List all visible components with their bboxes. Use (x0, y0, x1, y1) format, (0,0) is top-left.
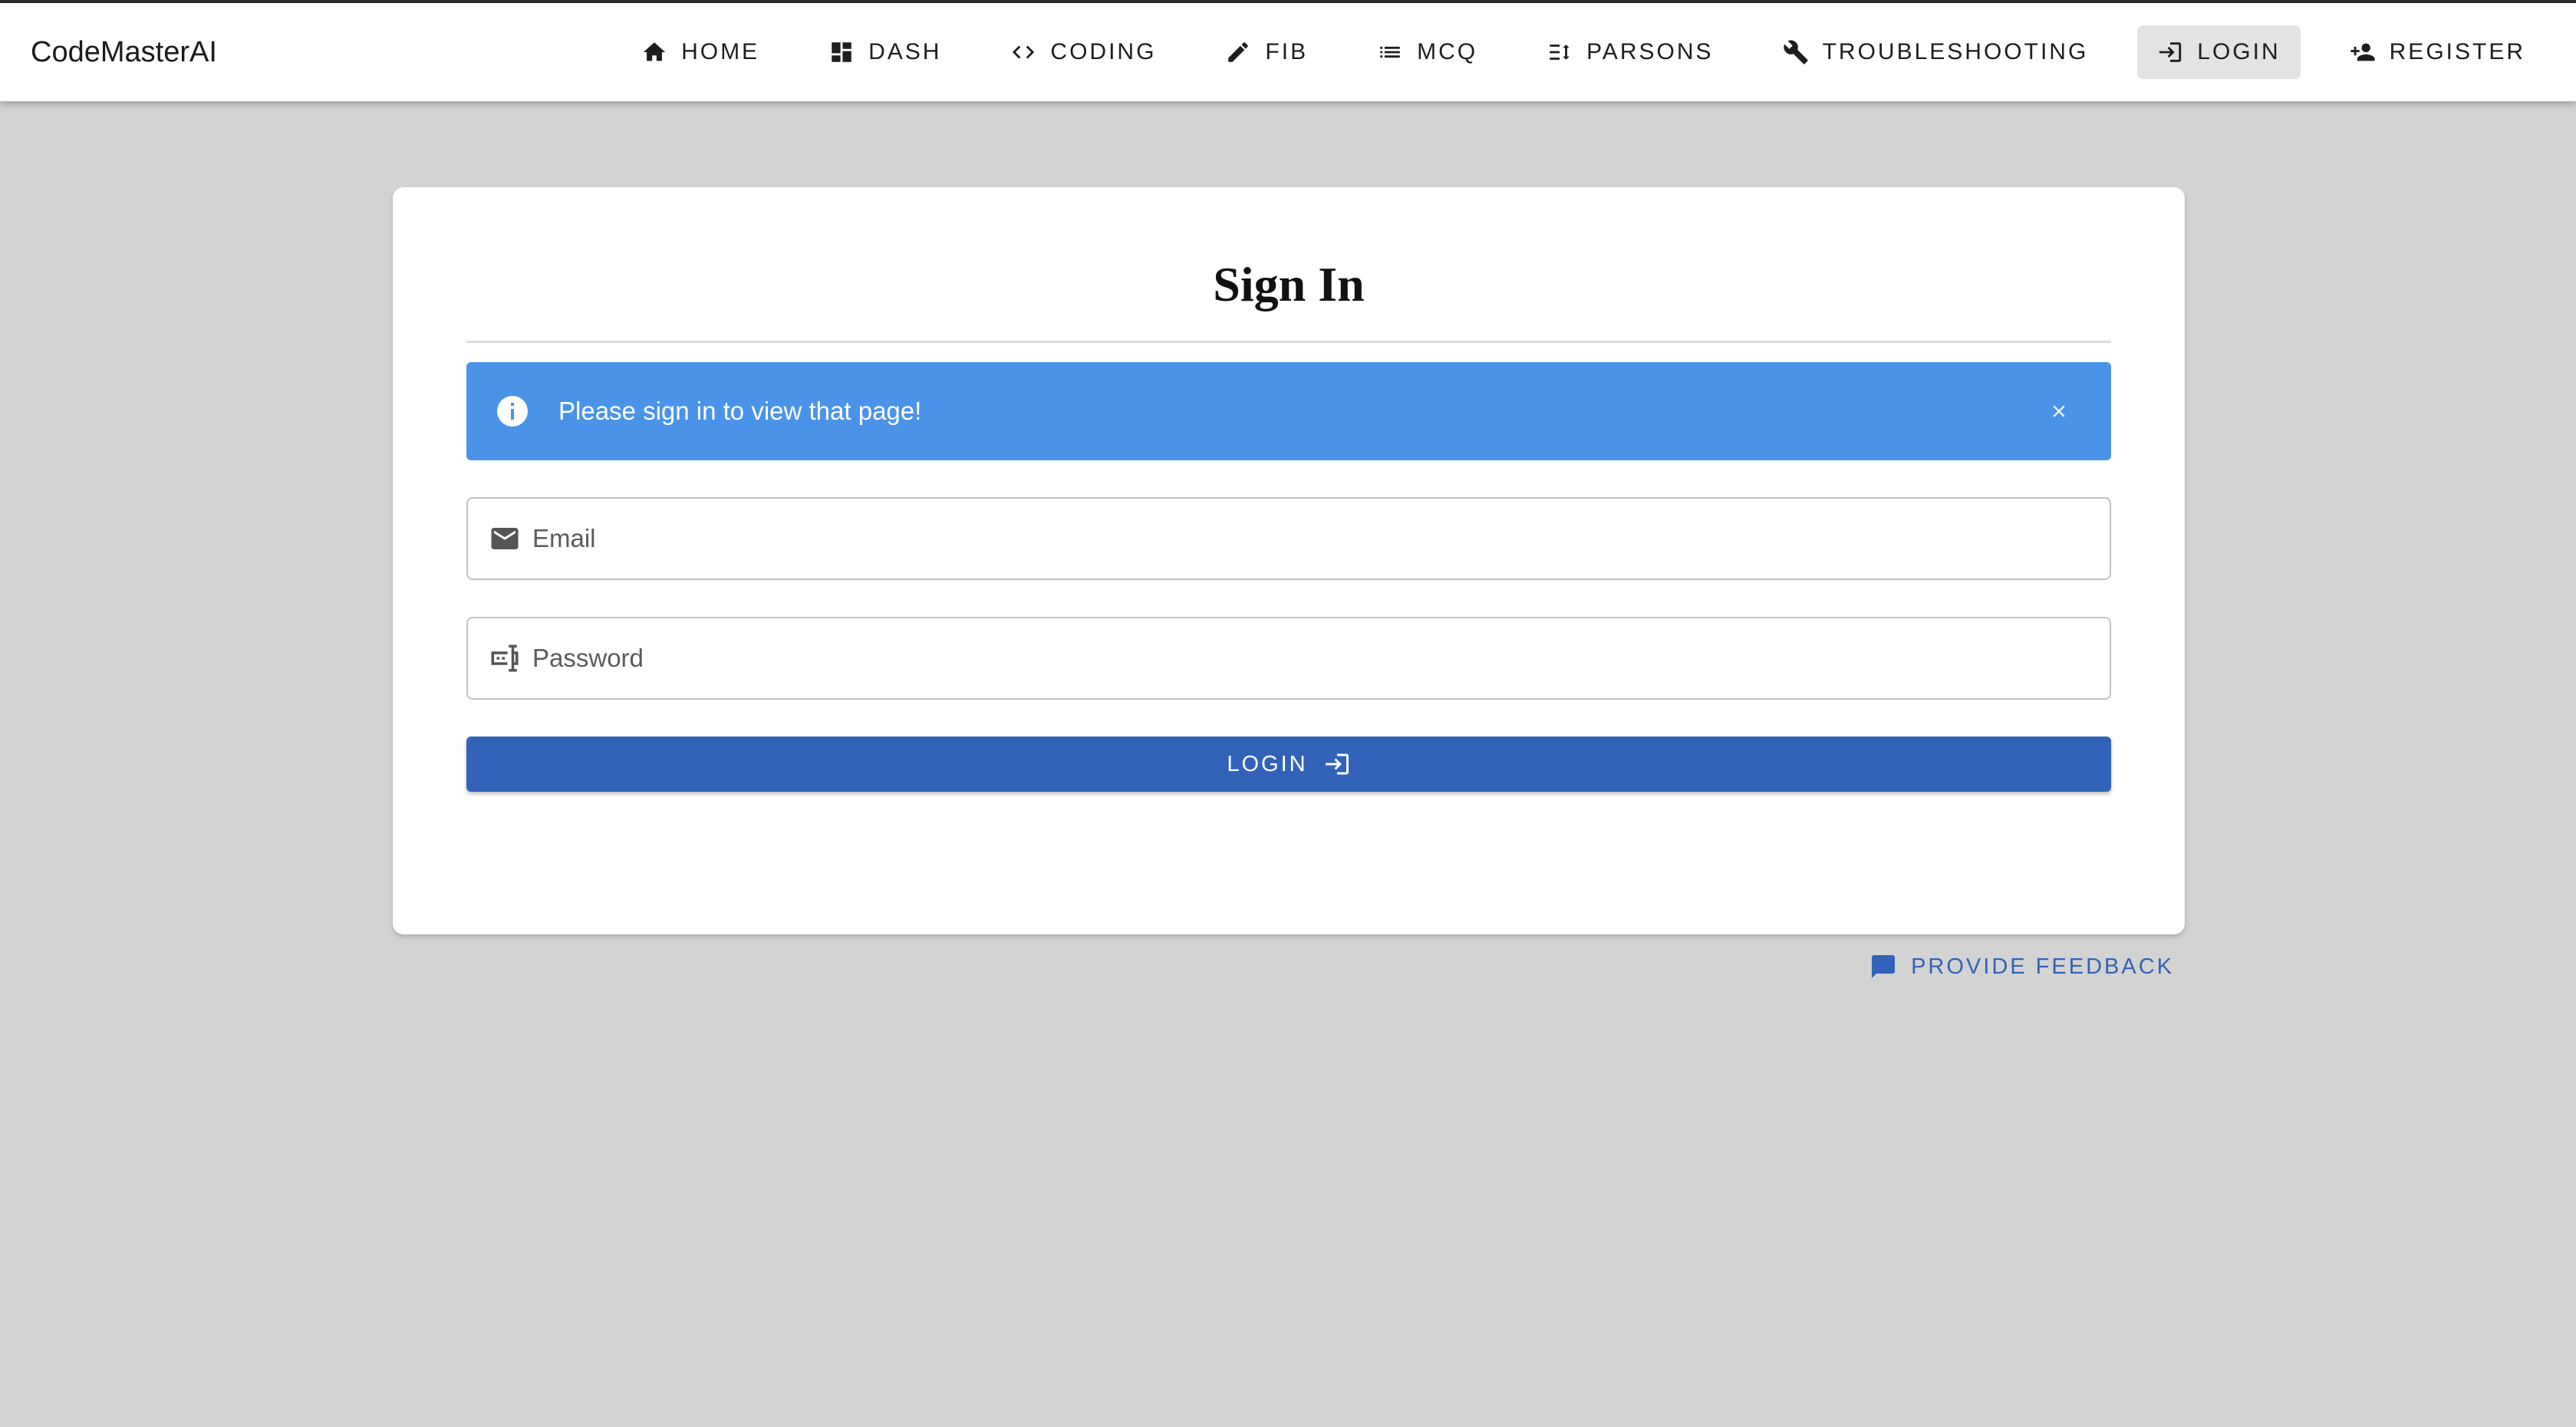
alert-message: Please sign in to view that page! (558, 397, 922, 425)
signin-card: Sign In Please sign in to view that page… (393, 187, 2185, 934)
nav-parsons[interactable]: PARSONS (1527, 25, 1733, 79)
nav-mcq-label: MCQ (1417, 39, 1478, 64)
page-title: Sign In (1213, 257, 1365, 311)
nav-dash[interactable]: DASH (809, 25, 961, 79)
nav-mcq[interactable]: MCQ (1357, 25, 1497, 79)
nav-troubleshooting-label: TROUBLESHOOTING (1822, 39, 2089, 64)
title-divider (466, 341, 2111, 343)
nav-home-label: HOME (681, 39, 760, 64)
email-input[interactable] (532, 499, 2110, 578)
brand-logo[interactable]: CodeMasterAI (31, 3, 217, 101)
password-field[interactable] (466, 617, 2111, 700)
info-icon (494, 393, 531, 430)
pencil-icon (1225, 39, 1251, 65)
nav-home[interactable]: HOME (621, 25, 779, 79)
mail-icon (488, 522, 522, 555)
login-button[interactable]: LOGIN (466, 737, 2111, 792)
nav-fib-label: FIB (1265, 39, 1309, 64)
login-icon (2157, 39, 2183, 65)
nav-login[interactable]: LOGIN (2137, 25, 2301, 79)
info-alert: Please sign in to view that page! (466, 362, 2111, 460)
email-field[interactable] (466, 497, 2111, 580)
nav-coding[interactable]: CODING (990, 25, 1176, 79)
wrench-icon (1783, 39, 1809, 65)
nav-troubleshooting[interactable]: TROUBLESHOOTING (1763, 25, 2109, 79)
reorder-icon (1547, 39, 1573, 65)
person-add-icon (2350, 39, 2376, 65)
feedback-label: PROVIDE FEEDBACK (1911, 954, 2174, 979)
app-bar: CodeMasterAI HOME DASH CODING FIB MCQ PA… (0, 0, 2576, 101)
login-button-label: LOGIN (1227, 751, 1308, 776)
provide-feedback-link[interactable]: PROVIDE FEEDBACK (1869, 948, 2174, 985)
password-input[interactable] (532, 618, 2110, 698)
password-icon (488, 641, 522, 675)
list-icon (1377, 39, 1403, 65)
close-icon[interactable] (2044, 396, 2074, 427)
nav-login-label: LOGIN (2197, 39, 2281, 64)
home-icon (641, 39, 667, 65)
nav-dash-label: DASH (868, 39, 942, 64)
chat-icon (1869, 953, 1897, 980)
code-icon (1010, 39, 1036, 65)
nav-parsons-label: PARSONS (1586, 39, 1714, 64)
nav-register[interactable]: REGISTER (2330, 25, 2545, 79)
main-nav: HOME DASH CODING FIB MCQ PARSONS TROUBLE… (621, 3, 2545, 101)
login-icon (1323, 750, 1351, 778)
nav-coding-label: CODING (1050, 39, 1157, 64)
nav-fib[interactable]: FIB (1205, 25, 1328, 79)
nav-register-label: REGISTER (2389, 39, 2525, 64)
dashboard-icon (828, 39, 855, 65)
